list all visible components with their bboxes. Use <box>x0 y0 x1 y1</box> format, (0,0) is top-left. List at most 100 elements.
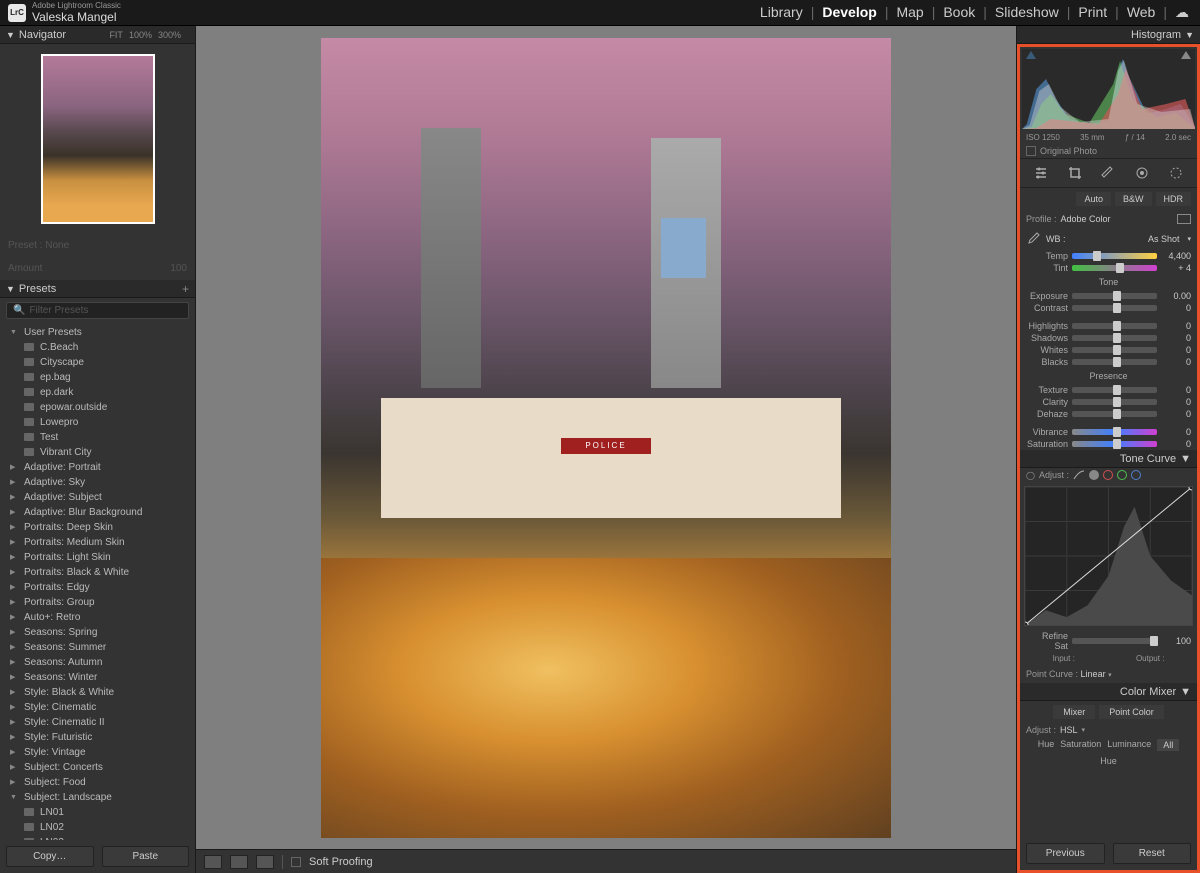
tone-curve-header[interactable]: Tone Curve▼ <box>1020 450 1197 468</box>
preset-folder-portraits-light-skin[interactable]: Portraits: Light Skin <box>0 550 195 565</box>
preset-folder-adaptive-subject[interactable]: Adaptive: Subject <box>0 490 195 505</box>
preset-folder-style-vintage[interactable]: Style: Vintage <box>0 745 195 760</box>
preset-folder-adaptive-blur-background[interactable]: Adaptive: Blur Background <box>0 505 195 520</box>
preset-folder-subject-food[interactable]: Subject: Food <box>0 775 195 790</box>
preset-folder-seasons-autumn[interactable]: Seasons: Autumn <box>0 655 195 670</box>
preset-folder-portraits-deep-skin[interactable]: Portraits: Deep Skin <box>0 520 195 535</box>
view-split-button[interactable] <box>256 855 274 869</box>
nav-print[interactable]: Print <box>1075 4 1110 21</box>
soft-proofing-checkbox[interactable] <box>291 857 301 867</box>
nav-library[interactable]: Library <box>757 4 806 21</box>
preset-ep-bag[interactable]: ep.bag <box>0 370 195 385</box>
presets-header[interactable]: ▼Presets + <box>0 280 195 298</box>
eyedropper-icon[interactable] <box>1026 232 1040 246</box>
nav-slideshow[interactable]: Slideshow <box>992 4 1062 21</box>
preset-list[interactable]: User PresetsC.BeachCityscapeep.bagep.dar… <box>0 323 195 840</box>
blacks-slider[interactable]: Blacks0 <box>1020 356 1197 368</box>
saturation-slider[interactable]: Saturation0 <box>1020 438 1197 450</box>
preset-folder-seasons-spring[interactable]: Seasons: Spring <box>0 625 195 640</box>
preset-folder-adaptive-portrait[interactable]: Adaptive: Portrait <box>0 460 195 475</box>
preset-folder-portraits-medium-skin[interactable]: Portraits: Medium Skin <box>0 535 195 550</box>
view-before-after-button[interactable] <box>230 855 248 869</box>
filter-presets-input[interactable]: 🔍 Filter Presets <box>6 302 189 319</box>
zoom-300%[interactable]: 300% <box>158 30 181 40</box>
preset-ln01[interactable]: LN01 <box>0 805 195 820</box>
preset-folder-portraits-black-white[interactable]: Portraits: Black & White <box>0 565 195 580</box>
user-presets-folder[interactable]: User Presets <box>0 325 195 340</box>
view-loupe-button[interactable] <box>204 855 222 869</box>
hue-tab[interactable]: Hue <box>1038 739 1055 751</box>
edit-sliders-icon[interactable] <box>1033 165 1049 181</box>
whites-slider[interactable]: Whites0 <box>1020 344 1197 356</box>
preset-epowar-outside[interactable]: epowar.outside <box>0 400 195 415</box>
highlight-clip-icon[interactable] <box>1181 51 1191 59</box>
preset-cityscape[interactable]: Cityscape <box>0 355 195 370</box>
dehaze-slider[interactable]: Dehaze0 <box>1020 408 1197 420</box>
rgb-channel-icon[interactable] <box>1089 470 1099 480</box>
photo-preview[interactable]: POLICE <box>321 38 891 838</box>
preset-c-beach[interactable]: C.Beach <box>0 340 195 355</box>
canvas[interactable]: POLICE Soft Proofing <box>196 26 1016 873</box>
preset-folder-subject-concerts[interactable]: Subject: Concerts <box>0 760 195 775</box>
clarity-slider[interactable]: Clarity0 <box>1020 396 1197 408</box>
nav-web[interactable]: Web <box>1124 4 1159 21</box>
mixer-tab[interactable]: Mixer <box>1053 705 1095 719</box>
exposure-slider[interactable]: Exposure0.00 <box>1020 290 1197 302</box>
preset-folder-auto-retro[interactable]: Auto+: Retro <box>0 610 195 625</box>
zoom-FIT[interactable]: FIT <box>109 30 123 40</box>
green-channel-icon[interactable] <box>1117 470 1127 480</box>
preset-folder-seasons-summer[interactable]: Seasons: Summer <box>0 640 195 655</box>
preset-test[interactable]: Test <box>0 430 195 445</box>
point-color-tab[interactable]: Point Color <box>1099 705 1164 719</box>
original-photo-checkbox[interactable]: Original Photo <box>1020 144 1197 158</box>
blue-channel-icon[interactable] <box>1131 470 1141 480</box>
profile-browser-icon[interactable] <box>1177 214 1191 224</box>
preset-folder-adaptive-sky[interactable]: Adaptive: Sky <box>0 475 195 490</box>
parametric-curve-icon[interactable] <box>1073 470 1085 480</box>
saturation-tab[interactable]: Saturation <box>1060 739 1101 751</box>
crop-icon[interactable] <box>1067 165 1083 181</box>
navigator-thumbnail[interactable] <box>0 44 195 234</box>
shadow-clip-icon[interactable] <box>1026 51 1036 59</box>
preset-folder-style-cinematic[interactable]: Style: Cinematic <box>0 700 195 715</box>
temp-slider[interactable]: Temp4,400 <box>1020 250 1197 262</box>
curve-adjust-row[interactable]: ◯ Adjust : <box>1020 468 1197 482</box>
preset-folder-portraits-group[interactable]: Portraits: Group <box>0 595 195 610</box>
hdr-button[interactable]: HDR <box>1156 192 1192 206</box>
preset-folder-seasons-winter[interactable]: Seasons: Winter <box>0 670 195 685</box>
reset-button[interactable]: Reset <box>1113 843 1192 864</box>
color-mixer-header[interactable]: Color Mixer▼ <box>1020 683 1197 701</box>
hsl-adjust-row[interactable]: Adjust : HSL▾ <box>1020 723 1197 737</box>
vibrance-slider[interactable]: Vibrance0 <box>1020 426 1197 438</box>
auto-button[interactable]: Auto <box>1076 192 1111 206</box>
tone-curve-editor[interactable] <box>1024 486 1193 626</box>
heal-icon[interactable] <box>1100 165 1116 181</box>
histogram-header[interactable]: Histogram▼ <box>1017 26 1200 44</box>
all-tab[interactable]: All <box>1157 739 1179 751</box>
wb-row[interactable]: WB : As Shot▾ <box>1020 228 1197 250</box>
red-channel-icon[interactable] <box>1103 470 1113 480</box>
point-curve-row[interactable]: Point Curve : Linear ▾ <box>1020 665 1197 683</box>
previous-button[interactable]: Previous <box>1026 843 1105 864</box>
contrast-slider[interactable]: Contrast0 <box>1020 302 1197 314</box>
preset-ln03[interactable]: LN03 <box>0 835 195 840</box>
nav-book[interactable]: Book <box>940 4 978 21</box>
subject-landscape-folder[interactable]: Subject: Landscape <box>0 790 195 805</box>
histogram[interactable] <box>1022 49 1195 129</box>
tint-slider[interactable]: Tint+ 4 <box>1020 262 1197 274</box>
bw-button[interactable]: B&W <box>1115 192 1152 206</box>
texture-slider[interactable]: Texture0 <box>1020 384 1197 396</box>
preset-folder-style-futuristic[interactable]: Style: Futuristic <box>0 730 195 745</box>
preset-ep-dark[interactable]: ep.dark <box>0 385 195 400</box>
preset-folder-portraits-edgy[interactable]: Portraits: Edgy <box>0 580 195 595</box>
paste-button[interactable]: Paste <box>102 846 190 867</box>
navigator-header[interactable]: ▼Navigator FIT100%300% <box>0 26 195 44</box>
zoom-100%[interactable]: 100% <box>129 30 152 40</box>
shadows-slider[interactable]: Shadows0 <box>1020 332 1197 344</box>
redeye-icon[interactable] <box>1168 165 1184 181</box>
preset-ln02[interactable]: LN02 <box>0 820 195 835</box>
mask-icon[interactable] <box>1134 165 1150 181</box>
refine-sat-slider[interactable]: Refine Sat 100 <box>1020 630 1197 652</box>
preset-lowepro[interactable]: Lowepro <box>0 415 195 430</box>
preset-folder-style-cinematic-ii[interactable]: Style: Cinematic II <box>0 715 195 730</box>
